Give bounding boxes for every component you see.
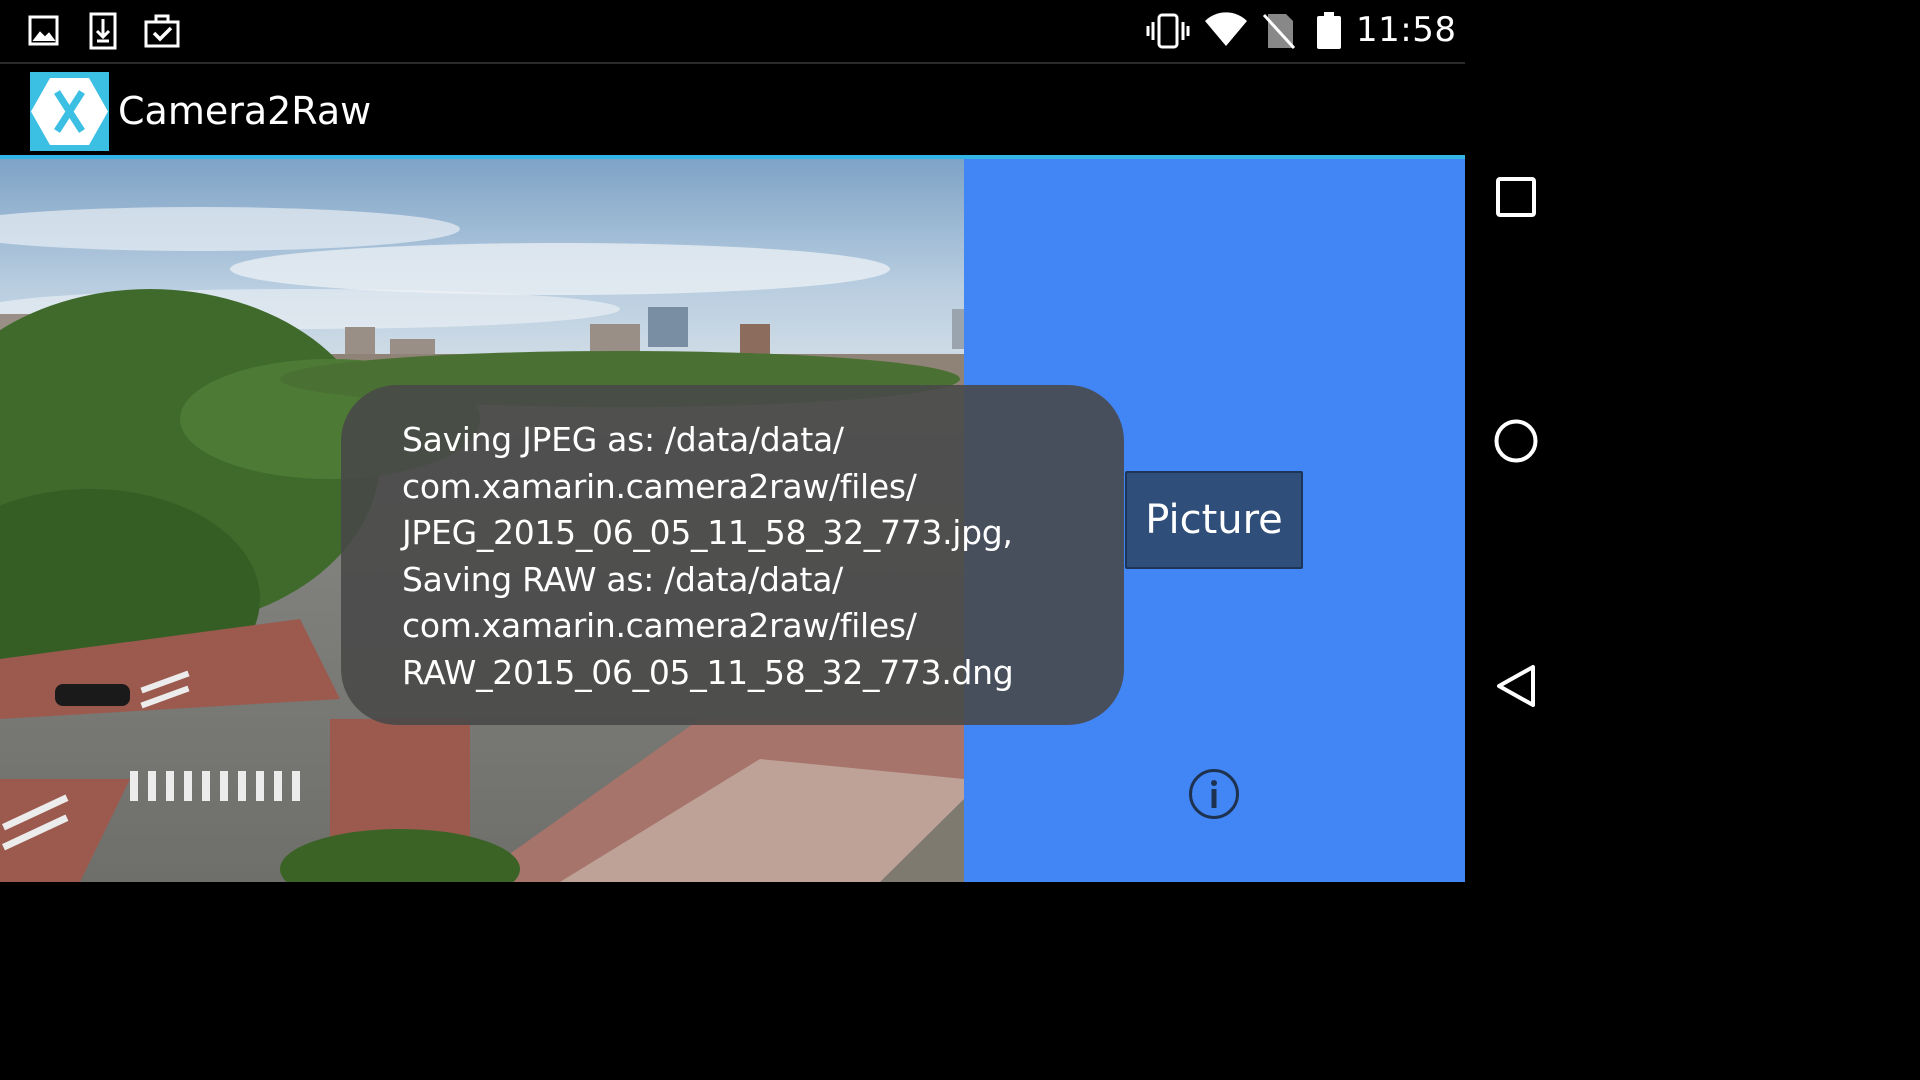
battery-icon [1315, 12, 1343, 55]
toast-line: JPEG_2015_06_05_11_58_32_773.jpg, [402, 513, 1013, 552]
home-icon[interactable] [1493, 418, 1539, 464]
toast-line: com.xamarin.camera2raw/files/ [402, 466, 917, 506]
wifi-icon [1204, 12, 1248, 53]
clipboard-check-icon [143, 12, 181, 55]
nav-bar [1465, 0, 1568, 882]
vibrate-icon [1145, 12, 1191, 55]
status-time: 11:58 [1356, 10, 1457, 50]
app-title: Camera2Raw [118, 89, 372, 133]
picture-button[interactable]: Picture [1125, 471, 1303, 569]
recents-icon[interactable] [1493, 174, 1539, 220]
back-icon[interactable] [1493, 663, 1539, 709]
action-bar: Camera2Raw [0, 64, 1465, 155]
toast-line: Saving JPEG as: /data/data/ [402, 420, 844, 459]
gallery-icon [28, 12, 60, 53]
no-sim-icon [1262, 12, 1296, 55]
info-icon[interactable] [1188, 768, 1240, 820]
toast-message: Saving JPEG as: /data/data/ com.xamarin.… [341, 385, 1124, 725]
toast-line: Saving RAW as: /data/data/ [402, 559, 843, 599]
status-bar: 11:58 [0, 0, 1465, 62]
download-icon [88, 12, 118, 57]
toast-line: RAW_2015_06_05_11_58_32_773.dng [402, 652, 1014, 692]
xamarin-logo-icon [30, 72, 109, 151]
toast-line: com.xamarin.camera2raw/files/ [402, 606, 917, 645]
